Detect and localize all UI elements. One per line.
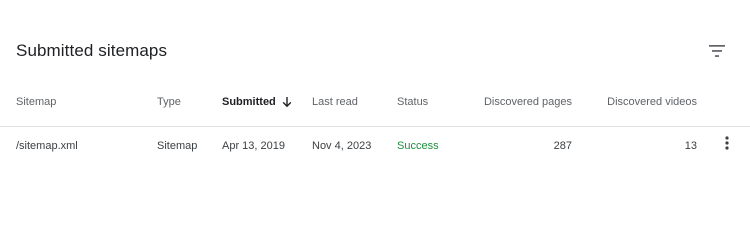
column-header-submitted-label: Submitted	[222, 96, 276, 108]
cell-type: Sitemap	[157, 140, 198, 152]
column-header-discovered-videos[interactable]: Discovered videos	[597, 95, 697, 109]
column-header-submitted[interactable]: Submitted	[222, 95, 293, 109]
filter-list-icon	[709, 45, 725, 57]
column-header-status[interactable]: Status	[397, 95, 428, 109]
card-title: Submitted sitemaps	[16, 41, 168, 60]
cell-sitemap[interactable]: /sitemap.xml	[16, 139, 78, 153]
filter-button[interactable]	[704, 38, 730, 64]
row-more-button[interactable]	[718, 135, 736, 155]
cell-last-read: Nov 4, 2023	[312, 140, 372, 152]
cell-status: Success	[397, 140, 439, 152]
column-header-sitemap[interactable]: Sitemap	[16, 95, 56, 109]
table-header-divider	[0, 126, 750, 127]
column-header-discovered-pages[interactable]: Discovered pages	[472, 95, 572, 109]
cell-discovered-videos: 13	[684, 140, 697, 152]
submitted-sitemaps-card: Submitted sitemaps Sitemap Type Submitte…	[0, 0, 750, 200]
cell-discovered-pages: 287	[553, 140, 572, 152]
arrow-downward-icon	[281, 96, 293, 108]
cell-submitted: Apr 13, 2019	[222, 140, 285, 152]
column-header-type[interactable]: Type	[157, 95, 181, 109]
column-header-last-read[interactable]: Last read	[312, 95, 358, 109]
more-vert-icon	[725, 135, 729, 155]
